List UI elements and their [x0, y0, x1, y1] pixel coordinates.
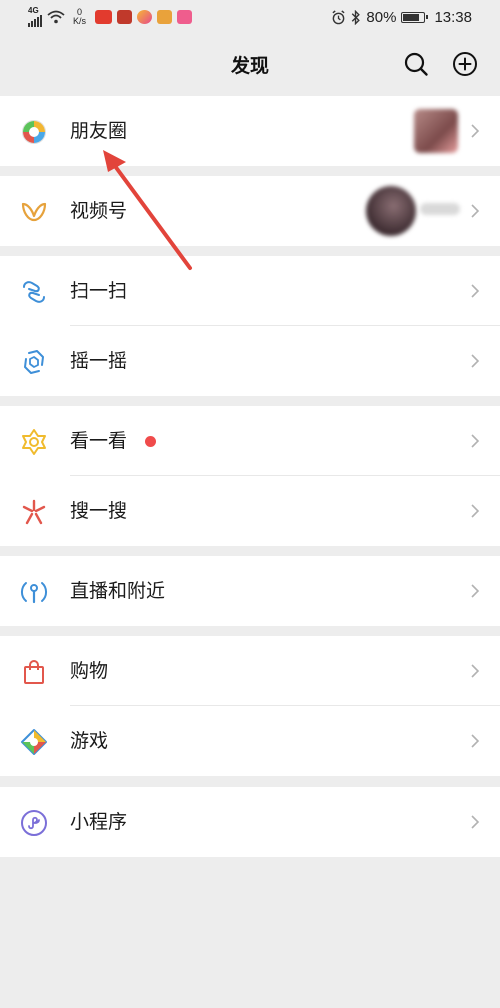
menu-item-search[interactable]: 搜一搜 — [0, 476, 500, 546]
search-feature-icon — [22, 499, 46, 525]
game-app-icon — [117, 10, 133, 24]
wifi-icon — [47, 10, 65, 24]
mini-programs-icon — [21, 810, 47, 836]
plus-circle-icon — [453, 52, 477, 76]
top-stories-icon — [22, 429, 46, 455]
channels-icon — [21, 202, 47, 222]
menu-label-shake: 摇一摇 — [70, 350, 128, 372]
battery-icon — [401, 11, 429, 23]
menu-item-top-stories[interactable]: 看一看 — [0, 406, 500, 476]
menu-label-mini-programs: 小程序 — [70, 811, 128, 833]
network-type: 4G — [28, 6, 39, 15]
food-app-icon — [157, 10, 173, 24]
menu-item-games[interactable]: 游戏 — [0, 706, 500, 776]
alarm-icon — [332, 9, 345, 24]
signal-icon — [28, 15, 42, 27]
video-app-icon — [137, 10, 153, 24]
chevron-right-icon — [471, 434, 480, 448]
status-left: 4G 0 K/s — [28, 6, 193, 28]
menu-item-shopping[interactable]: 购物 — [0, 636, 500, 706]
menu-item-scan[interactable]: 扫一扫 — [0, 256, 500, 326]
live-nearby-icon — [20, 582, 48, 604]
chevron-right-icon — [471, 204, 480, 218]
shopping-bag-icon — [24, 660, 44, 684]
channels-preview-avatar — [366, 186, 416, 236]
menu-item-shake[interactable]: 摇一摇 — [0, 326, 500, 396]
moments-icon — [22, 120, 46, 144]
chevron-right-icon — [471, 734, 480, 748]
red-news-app-icon — [95, 10, 113, 24]
menu-item-live-nearby[interactable]: 直播和附近 — [0, 556, 500, 626]
menu-label-search: 搜一搜 — [70, 500, 128, 522]
games-icon — [21, 729, 47, 755]
net-speed-unit: K/s — [73, 16, 87, 26]
menu-label-games: 游戏 — [70, 730, 109, 752]
menu-item-mini-programs[interactable]: 小程序 — [0, 787, 500, 857]
add-button[interactable] — [450, 49, 480, 79]
search-icon — [404, 52, 428, 76]
chevron-right-icon — [471, 124, 480, 138]
menu-label-moments: 朋友圈 — [70, 120, 128, 142]
menu-label-top-stories: 看一看 — [70, 430, 128, 452]
chevron-right-icon — [471, 284, 480, 298]
bluetooth-icon — [352, 9, 361, 25]
moments-preview-thumbnail — [414, 109, 458, 153]
battery-percent: 80% — [366, 8, 397, 26]
chevron-right-icon — [471, 815, 480, 829]
channels-preview-text — [420, 203, 460, 215]
chevron-right-icon — [471, 504, 480, 518]
menu-label-shopping: 购物 — [70, 660, 109, 682]
chevron-right-icon — [471, 664, 480, 678]
menu-label-scan: 扫一扫 — [70, 280, 128, 302]
menu-label-channels: 视频号 — [70, 200, 128, 222]
status-right: 80% 13:38 — [331, 6, 472, 28]
notification-dot — [145, 436, 156, 447]
scan-icon — [23, 281, 45, 303]
status-bar: 4G 0 K/s 80% 13:38 — [0, 0, 500, 34]
chevron-right-icon — [471, 354, 480, 368]
search-button[interactable] — [401, 49, 431, 79]
menu-item-channels[interactable]: 视频号 — [0, 176, 500, 246]
shake-icon — [24, 350, 44, 374]
clock: 13:38 — [434, 8, 472, 26]
menu-item-moments[interactable]: 朋友圈 — [0, 96, 500, 166]
menu-label-live-nearby: 直播和附近 — [70, 580, 166, 602]
chevron-right-icon — [471, 584, 480, 598]
nav-header: 发现 — [0, 34, 500, 96]
pink-app-icon — [177, 10, 193, 24]
